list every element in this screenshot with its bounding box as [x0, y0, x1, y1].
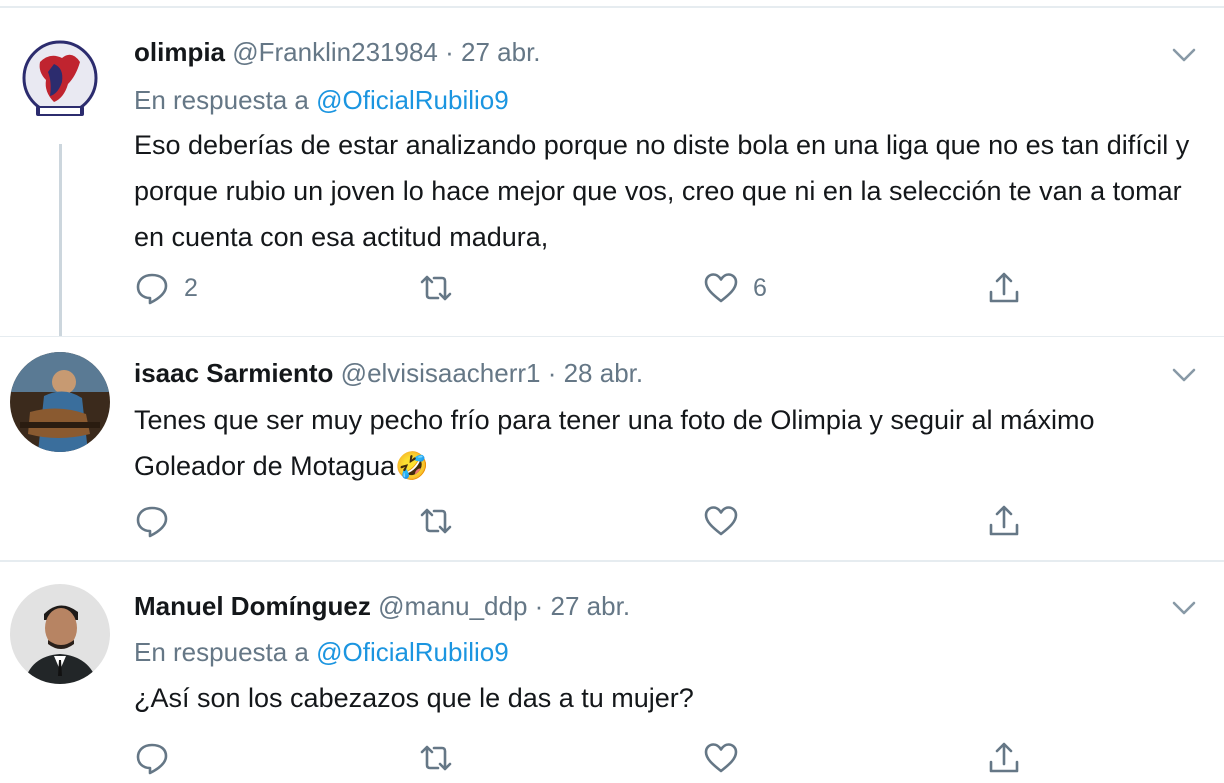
handle[interactable]: @Franklin231984 [232, 37, 438, 67]
reply-prefix: En respuesta a [134, 85, 309, 115]
tweet[interactable]: olimpia @Franklin231984 · 27 abr. En res… [0, 8, 1224, 337]
like-button[interactable]: 6 [703, 268, 767, 308]
share-icon [989, 272, 1019, 303]
timestamp[interactable]: · 27 abr. [535, 591, 630, 621]
tweet-text: Tenes que ser muy pecho frío para tener … [134, 405, 1095, 481]
display-name[interactable]: isaac Sarmiento [134, 358, 333, 388]
reply-mention-link[interactable]: @OficialRubilio9 [316, 85, 509, 115]
heart-icon [704, 506, 738, 536]
retweet-button[interactable] [418, 268, 468, 308]
heart-icon [704, 743, 738, 773]
like-button[interactable] [703, 738, 753, 778]
display-name[interactable]: olimpia [134, 37, 225, 67]
share-button[interactable] [986, 501, 1022, 541]
tweet-header: Manuel Domínguez @manu_ddp · 27 abr. [134, 590, 630, 622]
user-photo-icon [10, 584, 110, 684]
olimpia-crest-icon [10, 32, 110, 132]
reply-context: En respuesta a @OficialRubilio9 [134, 84, 509, 116]
tweet[interactable]: Manuel Domínguez @manu_ddp · 27 abr. En … [0, 560, 1224, 783]
chevron-down-icon[interactable] [1170, 365, 1198, 385]
retweet-icon [420, 275, 452, 301]
reply-context: En respuesta a @OficialRubilio9 [134, 636, 509, 668]
avatar[interactable] [10, 584, 110, 684]
user-photo-icon [10, 352, 110, 452]
tweet-header: isaac Sarmiento @elvisisaacherr1 · 28 ab… [134, 357, 643, 389]
reply-button[interactable]: 2 [134, 268, 198, 308]
heart-icon [704, 273, 738, 303]
reply-button[interactable] [134, 501, 184, 541]
handle[interactable]: @manu_ddp [378, 591, 527, 621]
display-name[interactable]: Manuel Domínguez [134, 591, 371, 621]
reply-icon [136, 506, 168, 538]
handle[interactable]: @elvisisaacherr1 [341, 358, 541, 388]
share-icon [989, 505, 1019, 536]
thread-line [59, 144, 62, 337]
tweet-text: Eso deberías de estar analizando porque … [134, 130, 1190, 252]
share-button[interactable] [986, 268, 1022, 308]
share-button[interactable] [986, 738, 1022, 778]
timestamp[interactable]: · 27 abr. [445, 37, 540, 67]
chevron-down-icon[interactable] [1170, 598, 1198, 618]
retweet-icon [420, 508, 452, 534]
tweet[interactable]: isaac Sarmiento @elvisisaacherr1 · 28 ab… [0, 336, 1224, 559]
avatar[interactable] [10, 352, 110, 452]
reply-count: 2 [184, 273, 198, 302]
share-icon [989, 742, 1019, 773]
retweet-button[interactable] [418, 738, 468, 778]
tweet-actions [0, 501, 1224, 541]
tweet-text: ¿Así son los cabezazos que le das a tu m… [134, 683, 694, 713]
tweet-actions [0, 738, 1224, 778]
like-button[interactable] [703, 501, 753, 541]
tweet-actions: 2 6 [0, 268, 1224, 308]
chevron-down-icon[interactable] [1170, 45, 1198, 65]
retweet-button[interactable] [418, 501, 468, 541]
tweet-header: olimpia @Franklin231984 · 27 abr. [134, 36, 541, 68]
reply-icon [136, 743, 168, 775]
reply-prefix: En respuesta a [134, 637, 309, 667]
reply-icon [136, 273, 168, 305]
reply-mention-link[interactable]: @OficialRubilio9 [316, 637, 509, 667]
avatar[interactable] [10, 32, 110, 132]
reply-button[interactable] [134, 738, 184, 778]
like-count: 6 [753, 273, 767, 302]
retweet-icon [420, 745, 452, 771]
timestamp[interactable]: · 28 abr. [548, 358, 643, 388]
